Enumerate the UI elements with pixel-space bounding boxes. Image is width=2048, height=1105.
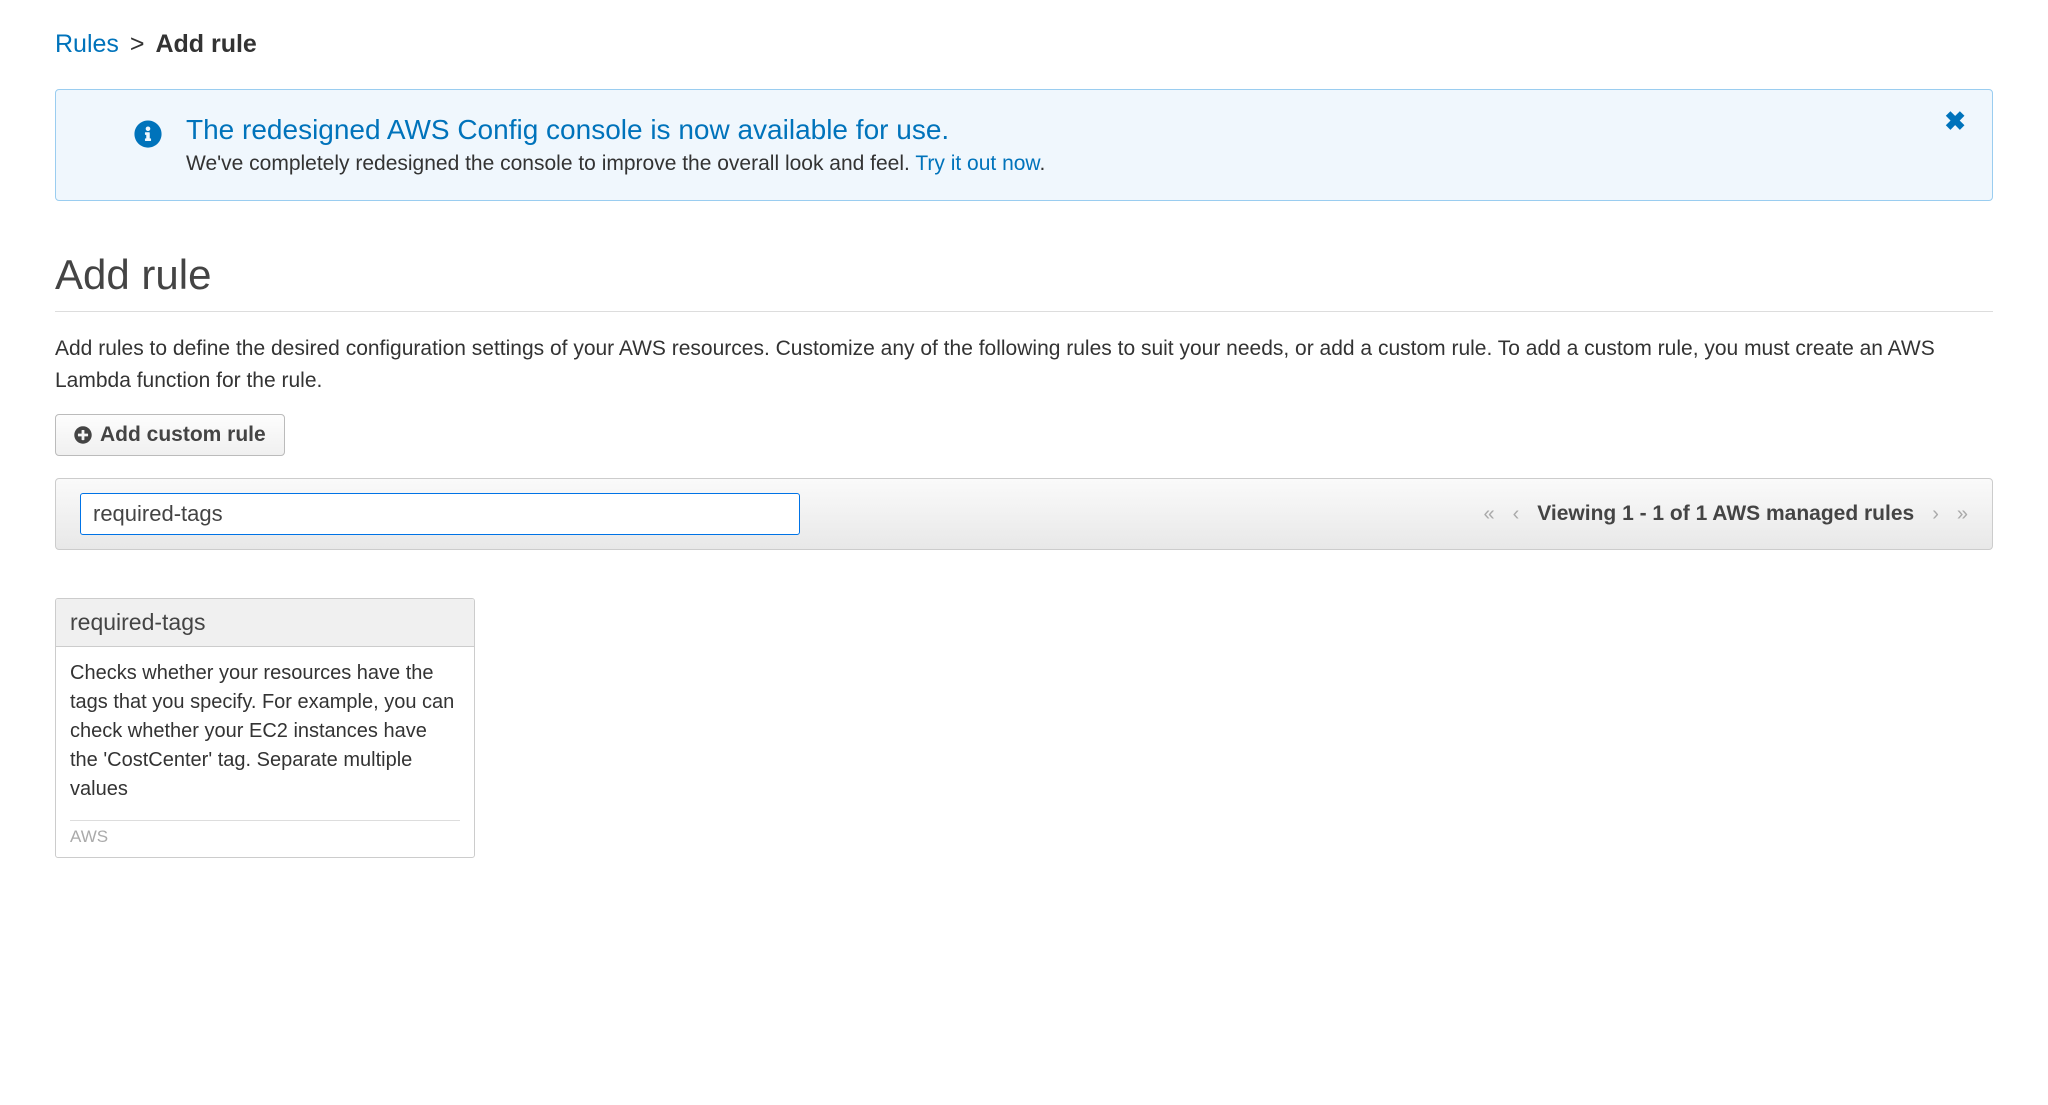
info-icon (134, 120, 162, 148)
breadcrumb-current: Add rule (155, 30, 256, 58)
search-input[interactable] (80, 493, 800, 535)
page-next-icon[interactable]: › (1932, 503, 1939, 526)
page-prev-icon[interactable]: ‹ (1513, 503, 1520, 526)
rule-card[interactable]: required-tags Checks whether your resour… (55, 598, 475, 858)
banner-body: We've completely redesigned the console … (186, 152, 1932, 176)
page-title: Add rule (55, 251, 1993, 299)
breadcrumb: Rules > Add rule (55, 30, 1993, 59)
info-banner: The redesigned AWS Config console is now… (55, 89, 1993, 201)
page-last-icon[interactable]: » (1957, 503, 1968, 526)
banner-body-text: We've completely redesigned the console … (186, 152, 915, 175)
banner-try-link[interactable]: Try it out now (915, 152, 1039, 175)
breadcrumb-separator: > (130, 30, 145, 58)
title-divider (55, 311, 1993, 312)
page-first-icon[interactable]: « (1483, 503, 1494, 526)
breadcrumb-link-rules[interactable]: Rules (55, 30, 119, 58)
pagination-text: Viewing 1 - 1 of 1 AWS managed rules (1537, 502, 1914, 526)
rule-card-source: AWS (70, 820, 460, 847)
pagination: « ‹ Viewing 1 - 1 of 1 AWS managed rules… (1483, 502, 1968, 526)
banner-body-suffix: . (1039, 152, 1045, 175)
rule-card-description: Checks whether your resources have the t… (56, 647, 474, 810)
add-custom-rule-button[interactable]: Add custom rule (55, 414, 285, 456)
add-custom-rule-label: Add custom rule (100, 423, 266, 447)
close-icon[interactable]: ✖ (1944, 108, 1966, 134)
page-description: Add rules to define the desired configur… (55, 333, 1993, 396)
banner-title: The redesigned AWS Config console is now… (186, 114, 1932, 146)
plus-circle-icon (74, 426, 92, 444)
rule-card-title: required-tags (56, 599, 474, 647)
filter-bar: « ‹ Viewing 1 - 1 of 1 AWS managed rules… (55, 478, 1993, 550)
